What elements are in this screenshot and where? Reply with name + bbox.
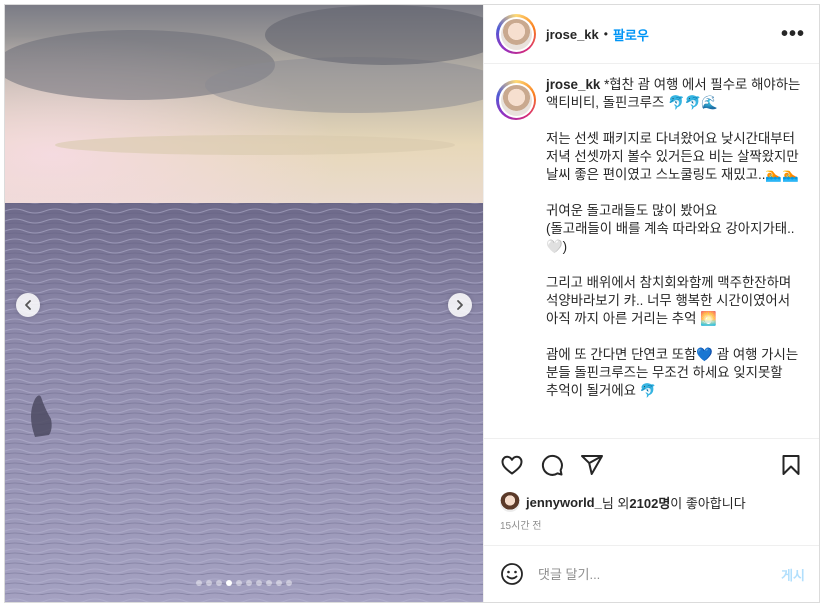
comment-input[interactable] (538, 566, 782, 582)
header-separator: • (603, 27, 608, 41)
carousel-dot (196, 580, 202, 586)
carousel-dot (276, 580, 282, 586)
next-slide-button[interactable] (448, 293, 472, 317)
post-dialog: jrose_kk • 팔로우 ••• jrose_kk *협찬 괌 여행 에서 … (4, 4, 820, 603)
smiley-icon[interactable] (500, 562, 524, 586)
more-options-button[interactable]: ••• (781, 24, 805, 44)
carousel-dot (216, 580, 222, 586)
carousel-dot (206, 580, 212, 586)
post-header: jrose_kk • 팔로우 ••• (484, 5, 819, 64)
chevron-right-icon (457, 300, 463, 310)
comment-bubble-icon[interactable] (540, 453, 564, 477)
chevron-left-icon (25, 300, 31, 310)
bookmark-icon[interactable] (779, 453, 803, 477)
paper-plane-icon[interactable] (580, 453, 604, 477)
liker-username[interactable]: jennyworld_ (526, 495, 602, 510)
header-username[interactable]: jrose_kk (546, 27, 599, 42)
post-caption: jrose_kk *협찬 괌 여행 에서 필수로 해야하는 액티비티, 돌핀크루… (546, 76, 805, 438)
post-comment-button[interactable]: 게시 (781, 565, 805, 584)
follow-button[interactable]: 팔로우 (613, 25, 649, 44)
caption-text: *협찬 괌 여행 에서 필수로 해야하는 액티비티, 돌핀크루즈 🐬🐬🌊 저는 … (546, 77, 801, 398)
caption-username[interactable]: jrose_kk (546, 77, 600, 92)
carousel-dot (256, 580, 262, 586)
carousel-dot (286, 580, 292, 586)
carousel-dot (236, 580, 242, 586)
likes-text-end: 이 좋아합니다 (670, 495, 746, 511)
carousel-dot (266, 580, 272, 586)
comment-form: 게시 (484, 545, 819, 602)
likes-summary: jennyworld_ 님 외 2102명 이 좋아합니다 (484, 491, 819, 513)
heart-icon[interactable] (500, 453, 524, 477)
post-timestamp[interactable]: 15시간 전 (484, 513, 819, 537)
carousel-dot (246, 580, 252, 586)
action-bar (484, 438, 819, 491)
likes-text-middle: 님 외 (601, 495, 630, 511)
caption-avatar[interactable] (496, 80, 536, 120)
post-photo (5, 5, 483, 602)
caption-area: jrose_kk *협찬 괌 여행 에서 필수로 해야하는 액티비티, 돌핀크루… (484, 64, 819, 438)
liker-avatar[interactable] (500, 492, 520, 512)
sea-sunset-image (5, 5, 483, 602)
carousel-indicator (5, 580, 483, 586)
post-side-panel: jrose_kk • 팔로우 ••• jrose_kk *협찬 괌 여행 에서 … (483, 5, 819, 602)
likes-count[interactable]: 2102명 (629, 493, 670, 512)
previous-slide-button[interactable] (16, 293, 40, 317)
carousel-dot (226, 580, 232, 586)
avatar[interactable] (496, 14, 536, 54)
